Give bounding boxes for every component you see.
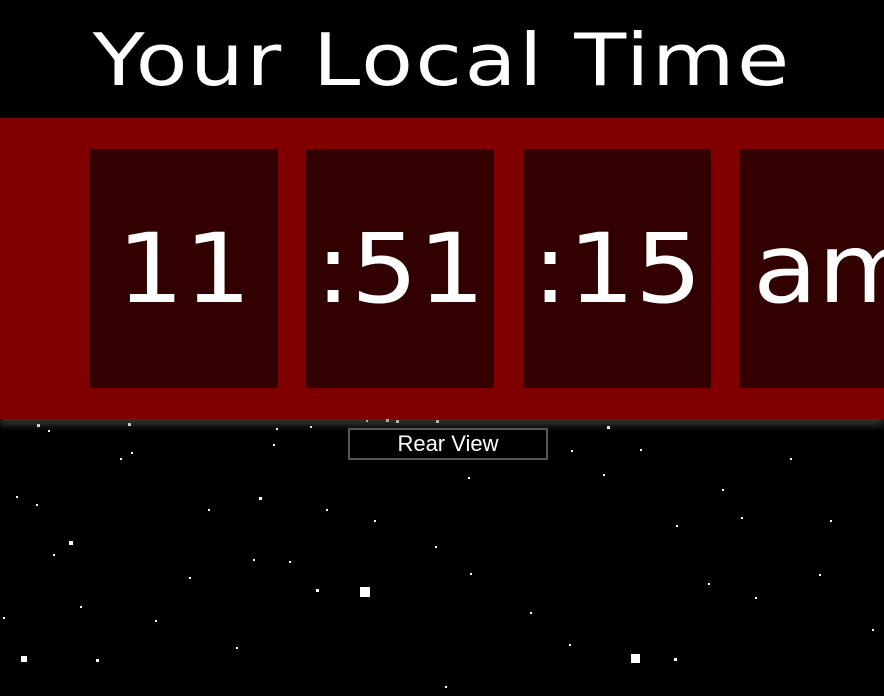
star	[435, 546, 437, 548]
star	[273, 444, 275, 446]
star	[676, 525, 678, 527]
star	[131, 452, 133, 454]
star	[741, 517, 743, 519]
rear-view-button[interactable]: Rear View	[348, 428, 548, 460]
star	[259, 497, 262, 500]
star	[603, 474, 605, 476]
star	[36, 504, 38, 506]
star	[53, 554, 55, 556]
star	[316, 589, 319, 592]
star	[445, 686, 447, 688]
star	[120, 458, 122, 460]
star	[374, 520, 376, 522]
clock-display: 11 :51 :15 am	[0, 118, 884, 419]
star	[631, 654, 640, 663]
minutes-tile: :51	[306, 149, 494, 388]
seconds-tile: :15	[523, 149, 711, 388]
star	[436, 420, 439, 423]
star	[289, 561, 291, 563]
star	[326, 509, 328, 511]
star	[470, 573, 472, 575]
star	[360, 587, 370, 597]
star	[674, 658, 677, 661]
star	[253, 559, 255, 561]
star	[755, 597, 757, 599]
star	[468, 477, 470, 479]
period-value: am	[753, 212, 884, 325]
star	[80, 606, 82, 608]
star	[722, 489, 724, 491]
title-bar: Your Local Time	[0, 0, 884, 118]
star	[790, 458, 792, 460]
star	[396, 420, 399, 423]
star	[208, 509, 210, 511]
star	[69, 541, 73, 545]
star	[37, 424, 40, 427]
star	[3, 617, 5, 619]
page-title: Your Local Time	[92, 18, 792, 102]
minutes-value: :51	[315, 212, 485, 325]
star	[276, 428, 278, 430]
star	[128, 423, 131, 426]
star	[571, 450, 573, 452]
hours-value: 11	[116, 212, 252, 325]
star	[96, 659, 99, 662]
star	[830, 520, 832, 522]
hours-tile: 11	[90, 149, 278, 388]
star	[310, 426, 312, 428]
star	[819, 574, 821, 576]
star	[21, 656, 27, 662]
star	[155, 620, 157, 622]
seconds-value: :15	[532, 212, 702, 325]
star	[640, 449, 642, 451]
period-tile: am	[739, 149, 884, 388]
star	[236, 647, 238, 649]
star	[16, 496, 18, 498]
star	[569, 644, 571, 646]
star	[189, 577, 191, 579]
star	[607, 426, 610, 429]
star	[530, 612, 532, 614]
star	[366, 420, 368, 422]
star	[386, 419, 389, 422]
star	[708, 583, 710, 585]
star	[48, 430, 50, 432]
star	[872, 629, 874, 631]
